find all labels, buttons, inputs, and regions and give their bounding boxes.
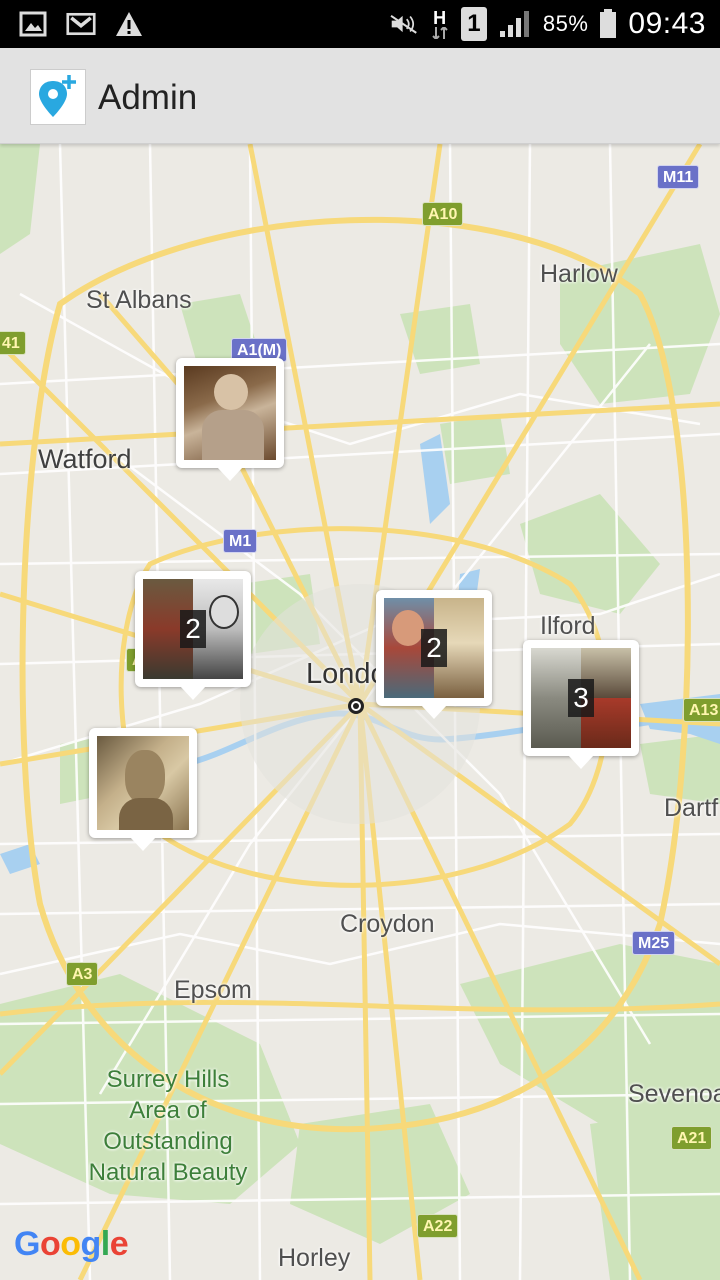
marker-photo bbox=[184, 366, 276, 460]
data-arrows-icon: H bbox=[429, 9, 451, 39]
app-logo[interactable] bbox=[30, 69, 86, 125]
road-shield-m25: M25 bbox=[632, 931, 676, 955]
marker-count: 2 bbox=[180, 610, 206, 648]
marker-photo: 2 bbox=[384, 598, 484, 698]
sim-icon: 1 bbox=[460, 7, 487, 41]
london-center-dot bbox=[348, 698, 364, 714]
marker-photo bbox=[97, 736, 189, 830]
gallery-icon bbox=[18, 9, 48, 39]
app-title: Admin bbox=[98, 78, 198, 117]
status-bar: H 1 85% 09:43 bbox=[0, 0, 720, 48]
battery-icon bbox=[598, 9, 618, 39]
photo-marker-cluster-2-west[interactable]: 2 bbox=[135, 571, 251, 700]
road-shield-a13: A13 bbox=[683, 698, 720, 722]
google-attribution-logo[interactable]: Google bbox=[14, 1225, 129, 1264]
photo-marker-portrait-man[interactable] bbox=[89, 728, 197, 851]
marker-photo: 2 bbox=[143, 579, 243, 679]
road-shield-m11: M11 bbox=[657, 165, 700, 189]
battery-percent: 85% bbox=[542, 11, 589, 36]
road-shield-a41: 41 bbox=[0, 331, 26, 355]
photo-marker-knitting-woman[interactable] bbox=[176, 358, 284, 481]
photo-marker-cluster-3-east[interactable]: 3 bbox=[523, 640, 639, 769]
place-label-surrey-hills: Surrey Hills Area of Outstanding Natural… bbox=[88, 1066, 248, 1186]
map-view[interactable]: St Albans Harlow Watford Ilford London D… bbox=[0, 144, 720, 1280]
warning-icon bbox=[114, 9, 144, 39]
road-shield-a3: A3 bbox=[66, 962, 99, 986]
road-shield-a22: A22 bbox=[417, 1214, 459, 1238]
marker-photo: 3 bbox=[531, 648, 631, 748]
road-shield-a10: A10 bbox=[422, 202, 464, 226]
mute-icon bbox=[389, 9, 419, 39]
place-label-watford: Watford bbox=[38, 444, 132, 474]
place-label-epsom: Epsom bbox=[174, 976, 252, 1004]
road-shield-m1: M1 bbox=[223, 529, 258, 553]
place-label-sevenoaks: Sevenoa bbox=[628, 1080, 720, 1108]
signal-icon bbox=[497, 9, 533, 39]
map-pin-add-icon bbox=[39, 75, 76, 117]
marker-count: 3 bbox=[568, 679, 594, 717]
app-bar: Admin bbox=[0, 48, 720, 144]
place-label-horley: Horley bbox=[278, 1244, 351, 1272]
clock: 09:43 bbox=[628, 7, 706, 40]
place-label-st-albans: St Albans bbox=[86, 286, 192, 314]
place-label-croydon: Croydon bbox=[340, 910, 435, 938]
gmail-icon bbox=[66, 9, 96, 39]
marker-count: 2 bbox=[421, 629, 447, 667]
place-label-ilford: Ilford bbox=[540, 612, 596, 640]
road-shield-a21: A21 bbox=[671, 1126, 713, 1150]
place-label-dartford: Dartf bbox=[664, 794, 719, 822]
photo-marker-cluster-2-central[interactable]: 2 bbox=[376, 590, 492, 719]
place-label-harlow: Harlow bbox=[540, 260, 618, 288]
